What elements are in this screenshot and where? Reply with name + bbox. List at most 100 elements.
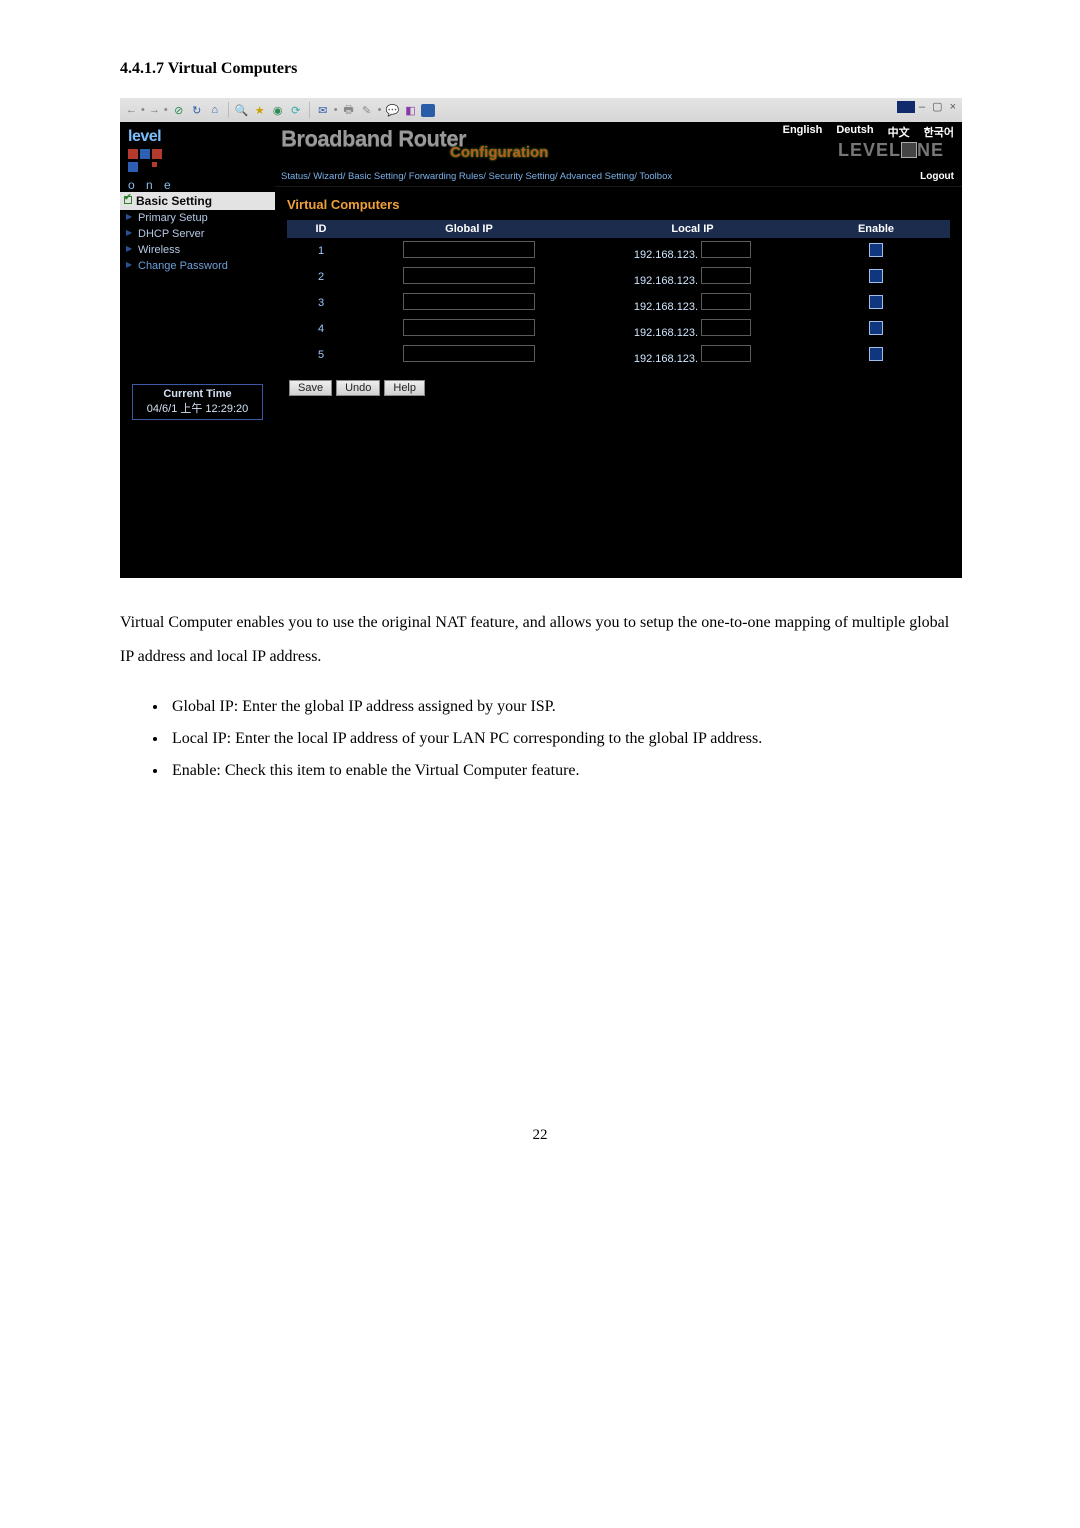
global-ip-input[interactable]: [403, 267, 535, 284]
cell-enable: [802, 342, 950, 368]
sidebar: level o n e Basic Setting Primary Setup …: [120, 122, 275, 578]
button-row: Save Undo Help: [289, 380, 962, 396]
enable-checkbox[interactable]: [869, 347, 883, 361]
current-time-label: Current Time: [137, 388, 258, 400]
toolbar-separator: [309, 102, 310, 118]
col-local-ip: Local IP: [583, 220, 802, 238]
bullet-global-ip: Global IP: Enter the global IP address a…: [168, 691, 960, 723]
col-enable: Enable: [802, 220, 950, 238]
browser-toolbar: ← • → • ⊘ ↻ ⌂ 🔍 ★ ◉ ⟳ ✉ • 🖶 ✎ • 💬 ◧ – ▢ …: [120, 98, 962, 122]
sidebar-item-primary-setup[interactable]: Primary Setup: [120, 210, 275, 226]
forward-arrow-icon[interactable]: →: [149, 104, 160, 116]
breadcrumb[interactable]: Status/ Wizard/ Basic Setting/ Forwardin…: [281, 171, 672, 182]
cell-enable: [802, 290, 950, 316]
window-controls: – ▢ ×: [897, 100, 958, 113]
lang-deutsch[interactable]: Deutsh: [836, 124, 873, 140]
description-paragraph: Virtual Computer enables you to use the …: [120, 606, 960, 673]
bullet-list: Global IP: Enter the global IP address a…: [168, 691, 960, 787]
page-header: Broadband Router Configuration English D…: [275, 122, 962, 187]
page-number: 22: [120, 1127, 960, 1144]
local-ip-input[interactable]: [701, 319, 751, 336]
ip-prefix: 192.168.123.: [634, 353, 698, 365]
global-ip-input[interactable]: [403, 293, 535, 310]
section-label: Virtual Computers: [275, 187, 962, 220]
cell-id: 5: [287, 342, 355, 368]
home-icon[interactable]: ⌂: [208, 103, 222, 117]
table-row: 1 192.168.123.: [287, 238, 950, 264]
ip-prefix: 192.168.123.: [634, 275, 698, 287]
cell-global-ip: [355, 238, 583, 264]
cell-id: 2: [287, 264, 355, 290]
global-ip-input[interactable]: [403, 319, 535, 336]
ip-prefix: 192.168.123.: [634, 249, 698, 261]
bullet-local-ip: Local IP: Enter the local IP address of …: [168, 723, 960, 755]
favorites-icon[interactable]: ★: [253, 103, 267, 117]
back-arrow-icon[interactable]: ←: [126, 104, 137, 116]
search-icon[interactable]: 🔍: [235, 103, 249, 117]
ip-prefix: 192.168.123.: [634, 301, 698, 313]
logout-link[interactable]: Logout: [920, 171, 954, 182]
table-row: 2 192.168.123.: [287, 264, 950, 290]
logo: level: [120, 122, 275, 176]
refresh-icon[interactable]: ↻: [190, 103, 204, 117]
print-icon[interactable]: 🖶: [342, 103, 356, 117]
save-button[interactable]: Save: [289, 380, 332, 396]
mail-icon[interactable]: ✉: [316, 103, 330, 117]
undo-button[interactable]: Undo: [336, 380, 380, 396]
sidebar-item-wireless[interactable]: Wireless: [120, 242, 275, 258]
local-ip-input[interactable]: [701, 345, 751, 362]
cell-enable: [802, 264, 950, 290]
global-ip-input[interactable]: [403, 345, 535, 362]
screenshot-container: ← • → • ⊘ ↻ ⌂ 🔍 ★ ◉ ⟳ ✉ • 🖶 ✎ • 💬 ◧ – ▢ …: [120, 98, 962, 578]
enable-checkbox[interactable]: [869, 269, 883, 283]
stop-icon[interactable]: ⊘: [172, 103, 186, 117]
local-ip-input[interactable]: [701, 241, 751, 258]
lang-flag-icon[interactable]: [897, 101, 915, 113]
cell-global-ip: [355, 316, 583, 342]
cell-global-ip: [355, 342, 583, 368]
edit-icon[interactable]: ✎: [360, 103, 374, 117]
section-heading: 4.4.1.7 Virtual Computers: [120, 60, 960, 78]
lang-chinese[interactable]: 中文: [888, 124, 910, 140]
minimize-maximize-close-icons[interactable]: – ▢ ×: [919, 100, 958, 113]
lang-english[interactable]: English: [783, 124, 823, 140]
messenger-icon[interactable]: ◧: [403, 103, 417, 117]
enable-checkbox[interactable]: [869, 321, 883, 335]
history-icon[interactable]: ⟳: [289, 103, 303, 117]
toolbar-dot-icon: •: [164, 104, 168, 116]
sidebar-section-basic-setting[interactable]: Basic Setting: [120, 192, 275, 210]
cell-global-ip: [355, 264, 583, 290]
cell-enable: [802, 238, 950, 264]
sidebar-item-dhcp-server[interactable]: DHCP Server: [120, 226, 275, 242]
cell-local-ip: 192.168.123.: [583, 342, 802, 368]
header-subtitle: Configuration: [450, 144, 548, 161]
brand-logo: LEVELNE: [838, 140, 944, 161]
current-time-box: Current Time 04/6/1 上午 12:29:20: [132, 384, 263, 420]
content-area: level o n e Basic Setting Primary Setup …: [120, 122, 962, 578]
media-icon[interactable]: ◉: [271, 103, 285, 117]
cell-local-ip: 192.168.123.: [583, 316, 802, 342]
current-time-value: 04/6/1 上午 12:29:20: [137, 400, 258, 416]
toolbar-dot-icon: •: [378, 104, 382, 116]
table-row: 3192.168.123.: [287, 290, 950, 316]
cell-local-ip: 192.168.123.: [583, 290, 802, 316]
table-row: 5 192.168.123.: [287, 342, 950, 368]
enable-checkbox[interactable]: [869, 295, 883, 309]
logo-subtext: o n e: [120, 178, 275, 192]
sidebar-item-change-password[interactable]: Change Password: [120, 258, 275, 274]
bullet-enable: Enable: Check this item to enable the Vi…: [168, 755, 960, 787]
local-ip-input[interactable]: [701, 293, 751, 310]
cell-id: 1: [287, 238, 355, 264]
toolbar-separator: [228, 102, 229, 118]
global-ip-input[interactable]: [403, 241, 535, 258]
cell-enable: [802, 316, 950, 342]
lang-korean[interactable]: 한국어: [924, 124, 954, 140]
discuss-icon[interactable]: 💬: [385, 103, 399, 117]
enable-checkbox[interactable]: [869, 243, 883, 257]
virtual-computers-table: ID Global IP Local IP Enable 1192.168.12…: [287, 220, 950, 368]
app-block-icon[interactable]: [421, 104, 435, 117]
logo-squares-icon: [128, 149, 267, 159]
local-ip-input[interactable]: [701, 267, 751, 284]
help-button[interactable]: Help: [384, 380, 425, 396]
header-title: Broadband Router: [281, 126, 466, 152]
